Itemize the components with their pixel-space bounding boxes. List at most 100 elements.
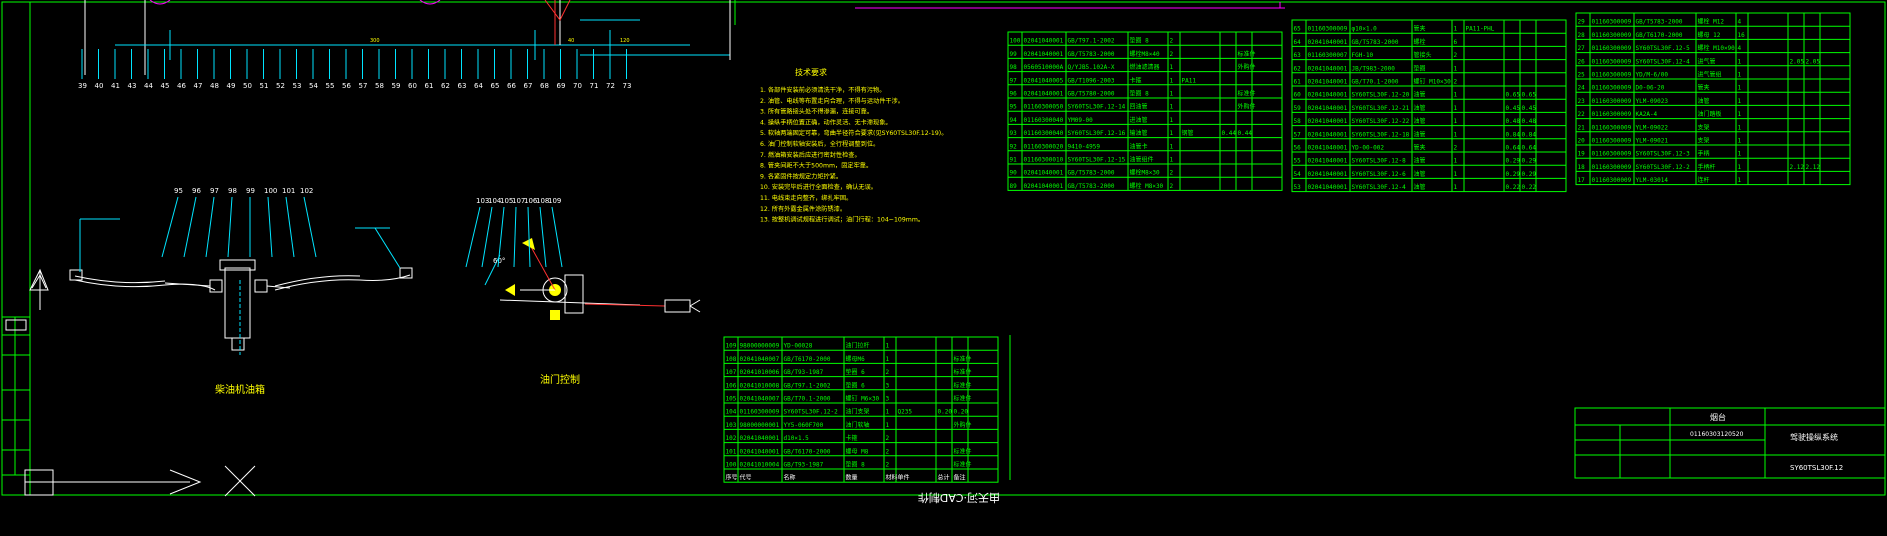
bom-cell: GB/T5783-2000 bbox=[1068, 170, 1115, 177]
bom-cell: 油门软轴 bbox=[846, 421, 870, 429]
bom-cell: SY60TSL30F.12-22 bbox=[1352, 118, 1410, 125]
bom-cell: 01160300009 bbox=[1592, 32, 1632, 39]
tech-note-line: 2. 油管、电线等布置走向合理，不得与运动件干涉。 bbox=[760, 97, 904, 105]
bom-cell: 标准件 bbox=[954, 355, 972, 363]
bom-cell: 卡箍 bbox=[1130, 76, 1142, 84]
balloon-number: 68 bbox=[540, 82, 549, 90]
bom-cell: 垫圈 8 bbox=[1130, 37, 1150, 45]
bom-cell: 1 bbox=[1738, 98, 1742, 105]
bom-cell: 105 bbox=[726, 396, 737, 403]
balloon-number: 73 bbox=[623, 82, 632, 90]
bom-cell: 94 bbox=[1010, 117, 1018, 124]
bom-cell: 0.29 bbox=[1522, 158, 1537, 165]
bom-cell: 1 bbox=[886, 422, 890, 429]
bom-cell: 螺栓 M8×30 bbox=[1130, 182, 1164, 190]
balloon-leader bbox=[161, 196, 179, 258]
bom-cell: 卡箍 bbox=[846, 434, 858, 442]
balloon-number: 53 bbox=[293, 82, 302, 90]
bom-cell: 02041010006 bbox=[740, 369, 780, 376]
bom-cell: 1 bbox=[886, 409, 890, 416]
bom-cell: 01160300009 bbox=[1592, 138, 1632, 145]
balloon-number: 67 bbox=[524, 82, 533, 90]
bom-cell: 01160300010 bbox=[1024, 157, 1064, 164]
bom-cell: GB/T93-1987 bbox=[784, 462, 824, 469]
bom-cell: SY60TSL30F.12-16 bbox=[1068, 130, 1126, 137]
bom-cell: 1 bbox=[1738, 85, 1742, 92]
bom-cell: GB/T5783-2000 bbox=[1352, 39, 1399, 46]
bom-cell: 02041040001 bbox=[1024, 183, 1064, 190]
bom-cell: 1 bbox=[1170, 143, 1174, 150]
balloon-leader bbox=[183, 196, 197, 258]
bom-table-b: 100 02041040001 GB/T97.1-2002 垫圈 8 299 020410… bbox=[1007, 31, 1283, 191]
bom-cell: 进气管组 bbox=[1698, 71, 1722, 79]
bom-cell: SY60TSL30F.12-4 bbox=[1636, 58, 1691, 65]
bom-cell: 02041040001 bbox=[740, 448, 780, 455]
bom-cell: 90 bbox=[1010, 170, 1018, 177]
balloon-number: 59 bbox=[392, 82, 401, 90]
bom-cell: 4 bbox=[1738, 19, 1742, 26]
tech-note-line: 8. 管夹间距不大于500mm，固定牢靠。 bbox=[760, 162, 872, 170]
bom-cell: 0.29 bbox=[1506, 158, 1521, 165]
bom-cell: 0.29 bbox=[1506, 171, 1521, 178]
bom-cell: 100 bbox=[1010, 38, 1021, 45]
bom-cell: 垫圈 8 bbox=[1130, 90, 1150, 98]
bom-cell: 109 bbox=[726, 343, 737, 350]
balloon-number: 52 bbox=[276, 82, 285, 90]
bom-cell: 油管 bbox=[1414, 157, 1426, 165]
bom-cell: 0.45 bbox=[1522, 105, 1537, 112]
bom-cell: 1 bbox=[1738, 72, 1742, 79]
bom-cell: 1 bbox=[1170, 64, 1174, 71]
bom-cell: 0.65 bbox=[1522, 92, 1537, 99]
bom-cell: 1 bbox=[1738, 138, 1742, 145]
bom-cell: 1 bbox=[1454, 118, 1458, 125]
balloon-leader bbox=[227, 196, 233, 258]
top-assembly-view: 300 40 120 bbox=[84, 0, 731, 75]
bom-cell: 螺钉 M6×30 bbox=[846, 395, 880, 403]
bom-cell: 2.12 bbox=[1790, 164, 1805, 171]
bom-cell: YY5-060F700 bbox=[784, 422, 824, 429]
bom-cell: 0.65 bbox=[1506, 92, 1521, 99]
bom-cell: 0.48 bbox=[1522, 118, 1537, 125]
title-code: SY60TSL30F.12 bbox=[1790, 464, 1843, 472]
balloon-number: 61 bbox=[425, 82, 434, 90]
bom-cell: 01160300009 bbox=[740, 409, 780, 416]
bom-cell: SY60TSL30F.12-2 bbox=[1636, 164, 1691, 171]
bom-cell: 02041040001 bbox=[1308, 105, 1348, 112]
balloon-number: 99 bbox=[246, 187, 255, 195]
bom-cell: 60 bbox=[1294, 92, 1302, 99]
cad-drawing-canvas[interactable]: 300 40 120 39 40 41 43 44 45 46 47 48 49 50 51 52 53 5… bbox=[0, 0, 1887, 536]
bom-cell: 4 bbox=[1738, 45, 1742, 52]
bom-cell: 01160300009 bbox=[1592, 58, 1632, 65]
svg-text:300: 300 bbox=[370, 38, 380, 44]
bom-cell: 0.22 bbox=[1522, 184, 1537, 191]
bom-cell: GB/T5783-2000 bbox=[1068, 183, 1115, 190]
bom-cell: GB/T6170-2000 bbox=[784, 448, 831, 455]
bom-cell: 26 bbox=[1578, 58, 1586, 65]
bom-cell: 02041040001 bbox=[1308, 79, 1348, 86]
bom-cell: 0.20 bbox=[954, 409, 969, 416]
bom-cell: 55 bbox=[1294, 158, 1302, 165]
bom-cell: 01160300009 bbox=[1592, 151, 1632, 158]
bom-cell: 螺栓 M12 bbox=[1698, 18, 1725, 26]
bom-header: 数量 bbox=[846, 474, 858, 482]
bom-cell: 106 bbox=[726, 382, 737, 389]
bom-cell: YLM-03014 bbox=[1636, 177, 1669, 184]
balloon-leader bbox=[267, 196, 273, 258]
bom-cell: 油管组件 bbox=[1130, 156, 1154, 164]
bom-cell: 98 bbox=[1010, 64, 1018, 71]
bom-cell: 1 bbox=[1170, 130, 1174, 137]
balloon-leader bbox=[481, 206, 493, 268]
bom-cell: 1 bbox=[1170, 104, 1174, 111]
bom-cell: JB/T983-2000 bbox=[1352, 65, 1396, 72]
bom-cell: 02041040001 bbox=[1308, 184, 1348, 191]
bom-cell: 标准件 bbox=[1238, 90, 1256, 98]
bom-cell: 24 bbox=[1578, 85, 1586, 92]
bom-cell: 99 bbox=[1010, 51, 1018, 58]
bom-cell: 油管 bbox=[1414, 91, 1426, 99]
bom-cell: 螺栓 M10×90 bbox=[1698, 44, 1736, 52]
tech-note-line: 4. 操纵手柄位置正确，动作灵活、无卡滞现象。 bbox=[760, 118, 892, 126]
bom-cell: SY60TSL30F.12-18 bbox=[1352, 131, 1410, 138]
bom-cell: 01160300040 bbox=[1024, 130, 1064, 137]
bom-cell: 6 bbox=[1454, 39, 1458, 46]
balloon-number: 49 bbox=[227, 82, 236, 90]
